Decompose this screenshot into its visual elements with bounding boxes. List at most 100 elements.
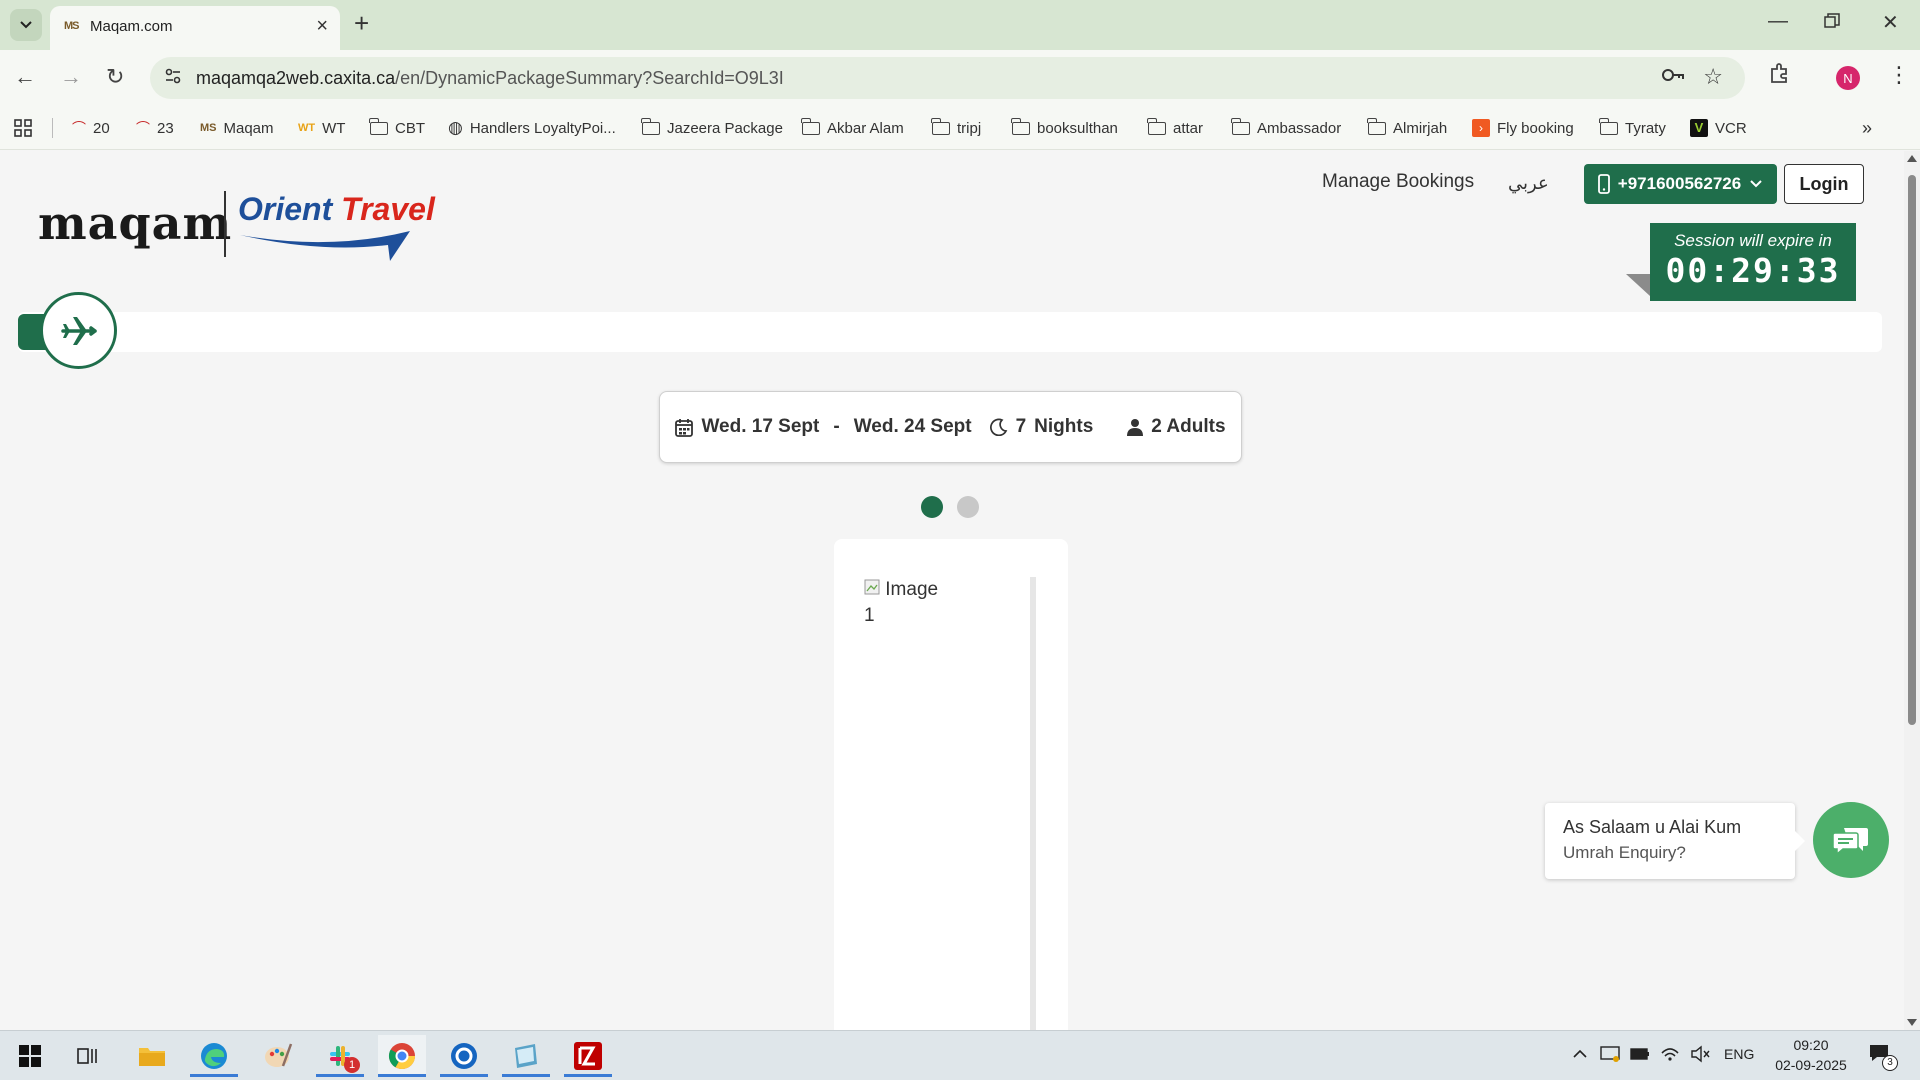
browser-tabstrip: MS Maqam.com × + — ✕ [0,0,1920,50]
bookmark-tripj[interactable]: tripj [931,117,981,139]
bookmark-almirjah[interactable]: Almirjah [1367,117,1447,139]
carousel-dot[interactable] [957,496,979,518]
folder-icon [1011,117,1030,135]
taskbar-edge[interactable] [190,1035,238,1077]
mobile-phone-icon [1597,174,1610,194]
browser-navbar: ← → ↻ maqamqa2web.caxita.ca/en/DynamicPa… [0,50,1920,106]
tab-search-button[interactable] [10,9,42,41]
url-text: maqamqa2web.caxita.ca/en/DynamicPackageS… [196,68,784,89]
tray-language[interactable]: ENG [1724,1046,1754,1062]
carousel-dot-active[interactable] [921,496,943,518]
bookmark-booksulthan[interactable]: booksulthan [1011,117,1118,139]
outlook-icon [451,1043,477,1069]
address-bar[interactable]: maqamqa2web.caxita.ca/en/DynamicPackageS… [150,57,1745,99]
bookmark-20[interactable]: ⌒ 20 [72,117,110,139]
extensions-icon[interactable] [1768,62,1790,90]
bookmark-tyraty[interactable]: Tyraty [1599,117,1666,139]
reload-icon[interactable]: ↻ [106,64,124,90]
broken-image-icon [864,579,880,595]
folder-icon [1367,117,1386,135]
session-ribbon-fold [1626,274,1650,296]
edge-browser-icon [201,1043,227,1069]
vcr-favicon-icon: V [1690,119,1708,137]
tray-clock[interactable]: 09:20 02-09-2025 [1768,1035,1854,1075]
tray-overflow-icon[interactable] [1572,1046,1588,1064]
booking-progress-bar [18,312,1882,352]
scroll-down-arrow-icon[interactable] [1907,1019,1917,1026]
task-view-button[interactable] [64,1035,112,1077]
windows-taskbar: 1 ENG 09:20 02-09-2025 3 [0,1030,1920,1080]
tray-network-status-icon[interactable] [1600,1045,1620,1068]
tray-wifi-icon[interactable] [1660,1045,1680,1068]
bookmark-handlers[interactable]: ◍ Handlers LoyaltyPoi... [448,117,616,139]
page-scrollbar[interactable] [1904,151,1920,1030]
bookmark-ambassador[interactable]: Ambassador [1231,117,1341,139]
bookmark-vcr[interactable]: V VCR [1690,117,1747,139]
tab-title: Maqam.com [90,18,173,35]
taskbar-paint[interactable] [254,1035,302,1077]
bookmark-label: Fly booking [1497,119,1574,137]
bookmark-maqam[interactable]: MS Maqam [200,117,274,139]
package-image-card: Image 1 [834,539,1068,1030]
browser-menu-icon[interactable]: ⋮ [1888,62,1910,88]
taskbar-outlook[interactable] [440,1035,488,1077]
globe-icon: ◍ [448,118,463,137]
logo-travel-word: Travel [341,191,435,227]
folder-icon [369,117,388,135]
tray-battery-icon[interactable] [1630,1047,1650,1065]
chat-launcher-button[interactable] [1813,802,1889,878]
moon-icon [989,418,1007,436]
bookmark-wt[interactable]: WT WT [298,117,345,139]
close-tab-icon[interactable]: × [316,15,328,37]
bookmark-akbar[interactable]: Akbar Alam [801,117,904,139]
new-tab-button[interactable]: + [354,8,369,38]
bookmark-label: 23 [157,119,174,137]
chat-greeting-bubble[interactable]: As Salaam u Alai Kum Umrah Enquiry? [1545,803,1805,879]
more-bookmarks-icon[interactable]: » [1862,117,1872,139]
tray-volume-muted-icon[interactable] [1690,1045,1710,1068]
restore-icon[interactable] [1824,12,1840,35]
back-icon[interactable]: ← [14,64,36,90]
bookmark-flybooking[interactable]: › Fly booking [1472,117,1574,139]
password-key-icon[interactable] [1661,65,1685,91]
bookmark-jazeera[interactable]: Jazeera Package [641,117,783,139]
phone-dropdown-button[interactable]: +971600562726 [1584,164,1777,204]
notification-count-badge: 3 [1882,1055,1898,1071]
taskbar-chrome[interactable] [378,1035,426,1077]
taskbar-notes[interactable] [502,1035,550,1077]
orient-travel-logo[interactable]: Orient Travel [238,191,435,228]
taskbar-file-explorer[interactable] [128,1035,176,1077]
scroll-thumb[interactable] [1908,175,1916,725]
bookmark-cbt[interactable]: CBT [369,117,425,139]
active-tab[interactable]: MS Maqam.com × [50,6,340,50]
login-button[interactable]: Login [1784,164,1864,204]
bookmark-23[interactable]: ⌒ 23 [136,117,174,139]
bookmark-star-icon[interactable]: ☆ [1703,64,1723,90]
forward-icon[interactable]: → [60,64,82,90]
start-button[interactable] [6,1035,54,1077]
logo-divider [224,191,226,257]
url-path: /en/DynamicPackageSummary?SearchId=O9L3I [395,68,784,88]
bookmark-label: attar [1173,119,1204,137]
slack-notification-badge: 1 [344,1057,360,1073]
calendar-icon [675,418,694,437]
scroll-up-arrow-icon[interactable] [1907,155,1917,162]
bookmark-attar[interactable]: attar [1147,117,1204,139]
taskbar-filezilla[interactable] [564,1035,612,1077]
minimize-icon[interactable]: — [1768,10,1788,33]
language-arabic-link[interactable]: عربي [1508,173,1549,194]
card-scrollbar[interactable] [1030,577,1036,1030]
maqam-logo[interactable]: maqam [38,196,232,250]
chat-subtitle: Umrah Enquiry? [1563,843,1686,862]
notification-center-icon[interactable]: 3 [1868,1043,1898,1071]
bookmark-label: Jazeera Package [667,119,783,137]
close-window-icon[interactable]: ✕ [1882,10,1899,35]
taskbar-slack[interactable]: 1 [316,1035,364,1077]
profile-avatar[interactable]: N [1836,66,1860,90]
adults-count: 2 Adults [1151,416,1226,437]
site-info-icon[interactable] [164,67,182,90]
manage-bookings-link[interactable]: Manage Bookings [1322,171,1474,193]
chrome-browser-icon [388,1043,416,1070]
apps-grid-icon[interactable] [14,117,32,139]
folder-icon [1599,117,1618,135]
